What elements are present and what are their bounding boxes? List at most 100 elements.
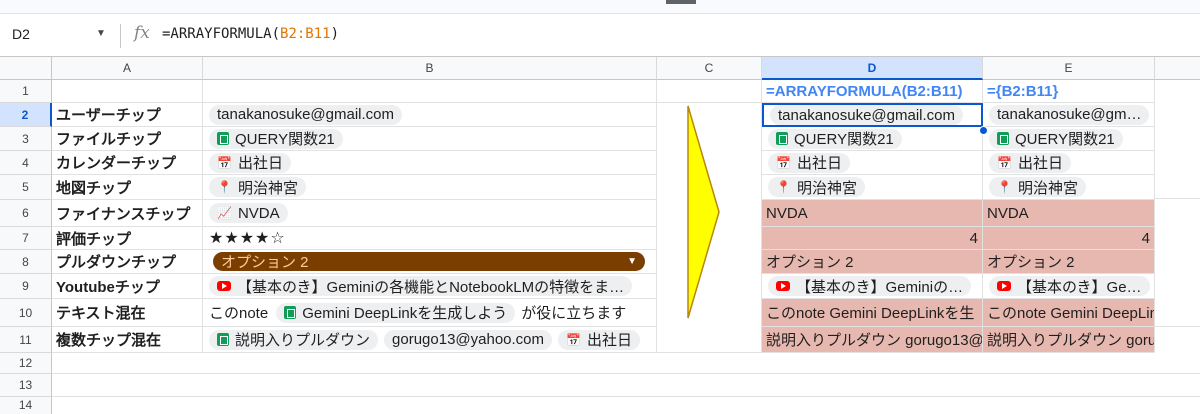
- row-header-1[interactable]: 1: [0, 80, 52, 103]
- row-header-11[interactable]: 11: [0, 327, 52, 353]
- cell-a2[interactable]: ユーザーチップ: [52, 103, 203, 127]
- row-13-cells[interactable]: [52, 374, 1200, 397]
- cell-b2[interactable]: tanakanosuke@gmail.com: [203, 103, 657, 127]
- column-header-a[interactable]: A: [52, 57, 203, 80]
- cell-d1[interactable]: =ARRAYFORMULA(B2:B11): [762, 80, 983, 103]
- row-14-cells[interactable]: [52, 397, 1200, 414]
- row-header-5[interactable]: 5: [0, 175, 52, 200]
- cell-d4[interactable]: 📅 出社日: [762, 151, 983, 175]
- column-header-e[interactable]: E: [983, 57, 1155, 80]
- cell-d7[interactable]: 4: [762, 227, 983, 250]
- cell-a5[interactable]: 地図チップ: [52, 175, 203, 200]
- multi-file-chip[interactable]: 説明入りプルダウン: [209, 329, 379, 350]
- calendar-chip[interactable]: 📅 出社日: [209, 152, 291, 173]
- row-header-10[interactable]: 10: [0, 299, 52, 327]
- row-header-3[interactable]: 3: [0, 127, 52, 151]
- cell-d9[interactable]: 【基本のき】Geminiの…: [762, 274, 983, 299]
- cell-e1[interactable]: ={B2:B11}: [983, 80, 1155, 103]
- d-file-chip[interactable]: QUERY関数21: [768, 128, 902, 149]
- cell-a10[interactable]: テキスト混在: [52, 299, 203, 327]
- e-map-chip[interactable]: 📍 明治神宮: [989, 177, 1086, 197]
- row-header-8[interactable]: 8: [0, 250, 52, 274]
- cell-c1[interactable]: [657, 80, 762, 103]
- cell-e6[interactable]: NVDA: [983, 200, 1155, 227]
- multi-calendar-chip[interactable]: 📅 出社日: [558, 329, 640, 350]
- d-youtube-chip[interactable]: 【基本のき】Geminiの…: [768, 276, 972, 296]
- selection-fill-handle[interactable]: [979, 126, 988, 135]
- user-chip-text: tanakanosuke@gmail.com: [217, 106, 394, 123]
- cell-e11[interactable]: 説明入りプルダウン gorugo13@: [983, 327, 1155, 353]
- d-rating-value: 4: [969, 229, 978, 247]
- cell-b8[interactable]: オプション 2 ▼: [203, 250, 657, 274]
- cell-e3[interactable]: QUERY関数21: [983, 127, 1155, 151]
- cell-b11[interactable]: 説明入りプルダウン gorugo13@yahoo.com 📅 出社日: [203, 327, 657, 353]
- cell-a6[interactable]: ファイナンスチップ: [52, 200, 203, 227]
- cell-e5[interactable]: 📍 明治神宮: [983, 175, 1155, 200]
- cell-d11[interactable]: 説明入りプルダウン gorugo13@: [762, 327, 983, 353]
- cell-e8[interactable]: オプション 2: [983, 250, 1155, 274]
- formula-input[interactable]: =ARRAYFORMULA(B2:B11): [162, 26, 339, 42]
- d-user-chip[interactable]: tanakanosuke@gmail.com: [770, 105, 963, 125]
- select-all-corner[interactable]: [0, 57, 52, 80]
- row-header-13[interactable]: 13: [0, 374, 52, 397]
- cell-e10[interactable]: このnote Gemini DeepLinkを生: [983, 299, 1155, 327]
- column-header-d[interactable]: D: [762, 57, 983, 80]
- name-box[interactable]: D2: [12, 26, 30, 42]
- cell-d5[interactable]: 📍 明治神宮: [762, 175, 983, 200]
- cell-b10[interactable]: このnote Gemini DeepLinkを生成しよう が役に立ちます: [203, 299, 657, 327]
- e-youtube-chip[interactable]: 【基本のき】Ge…: [989, 276, 1150, 296]
- cell-b7[interactable]: ★★★★☆: [203, 227, 657, 250]
- file-chip[interactable]: QUERY関数21: [209, 128, 343, 149]
- cell-e9[interactable]: 【基本のき】Ge…: [983, 274, 1155, 299]
- cell-e7[interactable]: 4: [983, 227, 1155, 250]
- column-header-f[interactable]: [1155, 57, 1200, 80]
- cell-b5[interactable]: 📍 明治神宮: [203, 175, 657, 200]
- text-mix-file-chip[interactable]: Gemini DeepLinkを生成しよう: [276, 302, 516, 323]
- cell-d6[interactable]: NVDA: [762, 200, 983, 227]
- row-header-6[interactable]: 6: [0, 200, 52, 227]
- cell-b6[interactable]: 📈 NVDA: [203, 200, 657, 227]
- cell-d10[interactable]: このnote Gemini DeepLinkを生: [762, 299, 983, 327]
- label-multi-chip: 複数チップ混在: [56, 332, 162, 349]
- cell-a9[interactable]: Youtubeチップ: [52, 274, 203, 299]
- cell-d3[interactable]: QUERY関数21: [762, 127, 983, 151]
- row-header-7[interactable]: 7: [0, 227, 52, 250]
- cell-b9[interactable]: 【基本のき】Geminiの各機能とNotebookLMの特徴をま…: [203, 274, 657, 299]
- e-calendar-chip[interactable]: 📅 出社日: [989, 152, 1071, 173]
- cell-e2[interactable]: tanakanosuke@gm…: [983, 103, 1155, 127]
- cell-a11[interactable]: 複数チップ混在: [52, 327, 203, 353]
- row-header-4[interactable]: 4: [0, 151, 52, 175]
- user-chip[interactable]: tanakanosuke@gmail.com: [209, 104, 402, 125]
- youtube-chip[interactable]: 【基本のき】Geminiの各機能とNotebookLMの特徴をま…: [209, 276, 633, 296]
- map-chip[interactable]: 📍 明治神宮: [209, 177, 306, 197]
- e-file-chip[interactable]: QUERY関数21: [989, 128, 1123, 149]
- cell-b3[interactable]: QUERY関数21: [203, 127, 657, 151]
- cell-d8[interactable]: オプション 2: [762, 250, 983, 274]
- multi-user-chip[interactable]: gorugo13@yahoo.com: [384, 329, 553, 350]
- row-header-2[interactable]: 2: [0, 103, 52, 127]
- d-calendar-chip[interactable]: 📅 出社日: [768, 152, 850, 173]
- cell-d2[interactable]: tanakanosuke@gmail.com: [762, 103, 983, 127]
- cell-f10-overflow[interactable]: [1155, 299, 1200, 327]
- rating-stars[interactable]: ★★★★☆: [209, 228, 286, 248]
- column-header-b[interactable]: B: [203, 57, 657, 80]
- row-header-14[interactable]: 14: [0, 397, 52, 414]
- cell-b1[interactable]: [203, 80, 657, 103]
- cell-a3[interactable]: ファイルチップ: [52, 127, 203, 151]
- finance-chip[interactable]: 📈 NVDA: [209, 203, 288, 223]
- row-header-12[interactable]: 12: [0, 353, 52, 374]
- cell-e4[interactable]: 📅 出社日: [983, 151, 1155, 175]
- cell-b4[interactable]: 📅 出社日: [203, 151, 657, 175]
- cell-a4[interactable]: カレンダーチップ: [52, 151, 203, 175]
- dropdown-chip[interactable]: オプション 2 ▼: [213, 252, 645, 271]
- row-header-9[interactable]: 9: [0, 274, 52, 299]
- cell-a8[interactable]: プルダウンチップ: [52, 250, 203, 274]
- e-user-chip[interactable]: tanakanosuke@gm…: [989, 104, 1150, 125]
- d-map-chip[interactable]: 📍 明治神宮: [768, 177, 865, 197]
- row-12-cells[interactable]: [52, 353, 1200, 374]
- chevron-down-icon[interactable]: ▼: [96, 28, 106, 39]
- column-f-upper-cells[interactable]: [1155, 80, 1200, 199]
- cell-a1[interactable]: [52, 80, 203, 103]
- column-header-c[interactable]: C: [657, 57, 762, 80]
- cell-a7[interactable]: 評価チップ: [52, 227, 203, 250]
